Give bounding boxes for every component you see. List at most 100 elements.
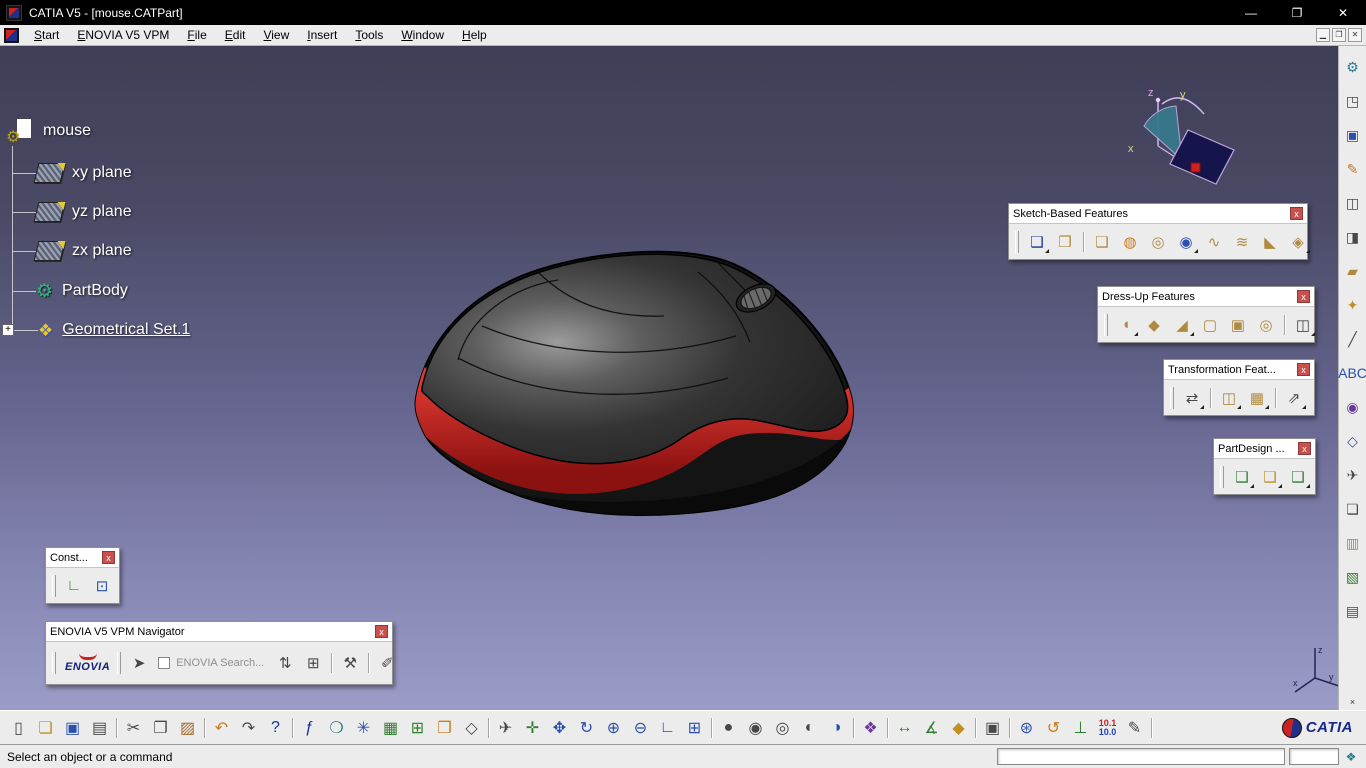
swap-visible-space-icon[interactable]: ❖ [857,715,884,741]
close-toolbar-button[interactable]: x [1290,207,1303,220]
fly-mode-icon[interactable]: ✈ [492,715,519,741]
surfaces-icon[interactable]: ◨ [1342,226,1364,248]
vpm-expand-icon[interactable]: ⊞ [300,651,326,676]
rotate-icon[interactable]: ↻ [573,715,600,741]
update-icon[interactable]: ⚙ [1342,56,1364,78]
toolbar-title-bar[interactable]: Sketch-Based Features x [1009,204,1307,224]
pocket-icon[interactable]: ❏ [1089,229,1115,254]
toolbar-title-bar[interactable]: Const... x [46,548,119,568]
compass-manipulation-handle[interactable] [1190,162,1201,173]
boolean-add-icon[interactable]: ❑ [1257,464,1283,489]
partbody-icon[interactable]: ⚙ [36,282,53,301]
toolbar-constraints[interactable]: Const... x ∟ ⊡ [45,547,120,604]
close-toolbar-button[interactable]: x [1298,442,1311,455]
mouse-3d-model[interactable] [398,240,868,530]
measure-icon[interactable]: ▧ [1342,566,1364,588]
toolbar-partdesign[interactable]: PartDesign ... x ❑ ❑ ❑ [1213,438,1316,495]
doc-restore-button[interactable]: ❐ [1332,28,1346,42]
menu-help[interactable]: Help [453,25,496,45]
toolbar-grip[interactable] [1220,465,1224,488]
reference-point-icon[interactable]: ✦ [1342,294,1364,316]
design-table-ic[interactable]: ▦ [377,715,404,741]
catalog-browser-icon[interactable]: ❒ [431,715,458,741]
constraints-dialog-icon[interactable]: ⊡ [89,573,115,598]
stiffener-icon[interactable]: ◣ [1257,229,1283,254]
menu-start[interactable]: Start [25,25,68,45]
enovia-search-checkbox[interactable] [158,657,171,669]
print-icon[interactable]: ▤ [86,715,113,741]
tree-root-label[interactable]: mouse [43,122,91,140]
toolbar-sketch-based-features[interactable]: Sketch-Based Features x ❑ ❒ ❏ ◍ ◎ ◉ ∿ ≋ … [1008,203,1310,260]
toolbar-grip[interactable] [52,652,56,674]
tree-item-zx-plane[interactable]: zx plane [72,242,132,260]
toolbar-grip[interactable] [52,574,56,597]
toolbar-transformation-features[interactable]: Transformation Feat... x ⇄ ◫ ▦ ⇗ [1163,359,1315,416]
toolbar-title-bar[interactable]: Transformation Feat... x [1164,360,1314,380]
minimize-button[interactable]: — [1228,0,1274,25]
scaling-icon[interactable]: ⇗ [1281,385,1307,410]
paste-special-icon[interactable]: ▣ [1342,124,1364,146]
zoom-out-icon[interactable]: ⊖ [627,715,654,741]
groove-icon[interactable]: ◎ [1145,229,1171,254]
session-replay-icon[interactable]: ↺ [1040,715,1067,741]
knowledge-inspector-icon[interactable]: ✳ [350,715,377,741]
toolbar-overflow-indicator[interactable]: × [1350,697,1355,707]
toolbar-grip[interactable] [117,652,122,674]
menu-file[interactable]: File [178,25,215,45]
vpm-save-icon[interactable]: ⚒ [337,651,363,676]
toolbar-enovia-navigator[interactable]: ENOVIA V5 VPM Navigator x ENOVIA ➤ ENOVI… [45,621,394,685]
menu-insert[interactable]: Insert [298,25,346,45]
tree-expand-button[interactable]: + [2,324,14,336]
mirror-icon[interactable]: ◫ [1216,385,1242,410]
close-toolbar-button[interactable]: x [1297,290,1310,303]
enovia-connect-icon[interactable]: ➤ [126,651,152,676]
yz-plane-icon[interactable] [33,202,66,222]
hide-show-icon[interactable]: ◑ [823,715,850,741]
menu-edit[interactable]: Edit [216,25,255,45]
reference-plane-icon[interactable]: ▰ [1342,260,1364,282]
drafted-filleted-pad-icon[interactable]: ❒ [1052,229,1078,254]
publish-web-icon[interactable]: ⊛ [1013,715,1040,741]
open-folder-icon[interactable]: ❏ [32,715,59,741]
formula-icon[interactable]: ƒ [296,715,323,741]
power-input[interactable] [1289,748,1339,765]
close-toolbar-button[interactable]: x [102,551,115,564]
toolbar-title-bar[interactable]: Dress-Up Features x [1098,287,1314,307]
comment-icon[interactable]: ❍ [323,715,350,741]
toolbar-dress-up-features[interactable]: Dress-Up Features x ◖ ◆ ◢ ▢ ▣ ◎ ◫ [1097,286,1315,343]
toolbar-title-bar[interactable]: ENOVIA V5 VPM Navigator x [46,622,392,642]
tree-item-partbody[interactable]: PartBody [62,282,128,300]
shading-edges-icon[interactable]: ◉ [742,715,769,741]
reference-line-icon[interactable]: ╱ [1342,328,1364,350]
new-document-icon[interactable]: ▯ [5,715,32,741]
apply-material-icon[interactable]: ◉ [1342,396,1364,418]
wireframe-icon[interactable]: ◎ [769,715,796,741]
mass-properties-icon[interactable]: ◆ [945,715,972,741]
part-icon[interactable]: ⚙ [6,118,34,146]
menu-tools[interactable]: Tools [346,25,392,45]
close-toolbar-button[interactable]: x [375,625,388,638]
shading-icon[interactable]: ● [715,715,742,741]
close-button[interactable]: ✕ [1320,0,1366,25]
sketcher-icon[interactable]: ✎ [1342,158,1364,180]
library-icon[interactable]: ◇ [458,715,485,741]
toolbar-grip[interactable] [1170,386,1174,409]
slot-icon[interactable]: ≋ [1229,229,1255,254]
table-edit-icon[interactable]: ⊞ [404,715,431,741]
zoom-in-icon[interactable]: ⊕ [600,715,627,741]
multi-pad-icon[interactable]: ◫ [1342,192,1364,214]
remove-face-icon[interactable]: ◫ [1290,312,1316,337]
boolean-remove-icon[interactable]: ❑ [1285,464,1311,489]
whats-this-help-icon[interactable]: ? [262,715,289,741]
copy-icon[interactable]: ❐ [147,715,174,741]
menu-view[interactable]: View [254,25,298,45]
analysis-icon[interactable]: ◇ [1342,430,1364,452]
rectangular-pattern-icon[interactable]: ▦ [1244,385,1270,410]
menu-enovia[interactable]: ENOVIA V5 VPM [68,25,178,45]
rib-icon[interactable]: ∿ [1201,229,1227,254]
tree-item-yz-plane[interactable]: yz plane [72,203,132,221]
toolbar-grip[interactable] [1104,313,1108,336]
normal-view-icon[interactable]: ∟ [654,715,681,741]
knowledge-icon[interactable]: ▤ [1342,600,1364,622]
3d-viewport[interactable]: ⚙ mouse xy plane yz plane zx plane ⚙ Par… [0,46,1338,710]
